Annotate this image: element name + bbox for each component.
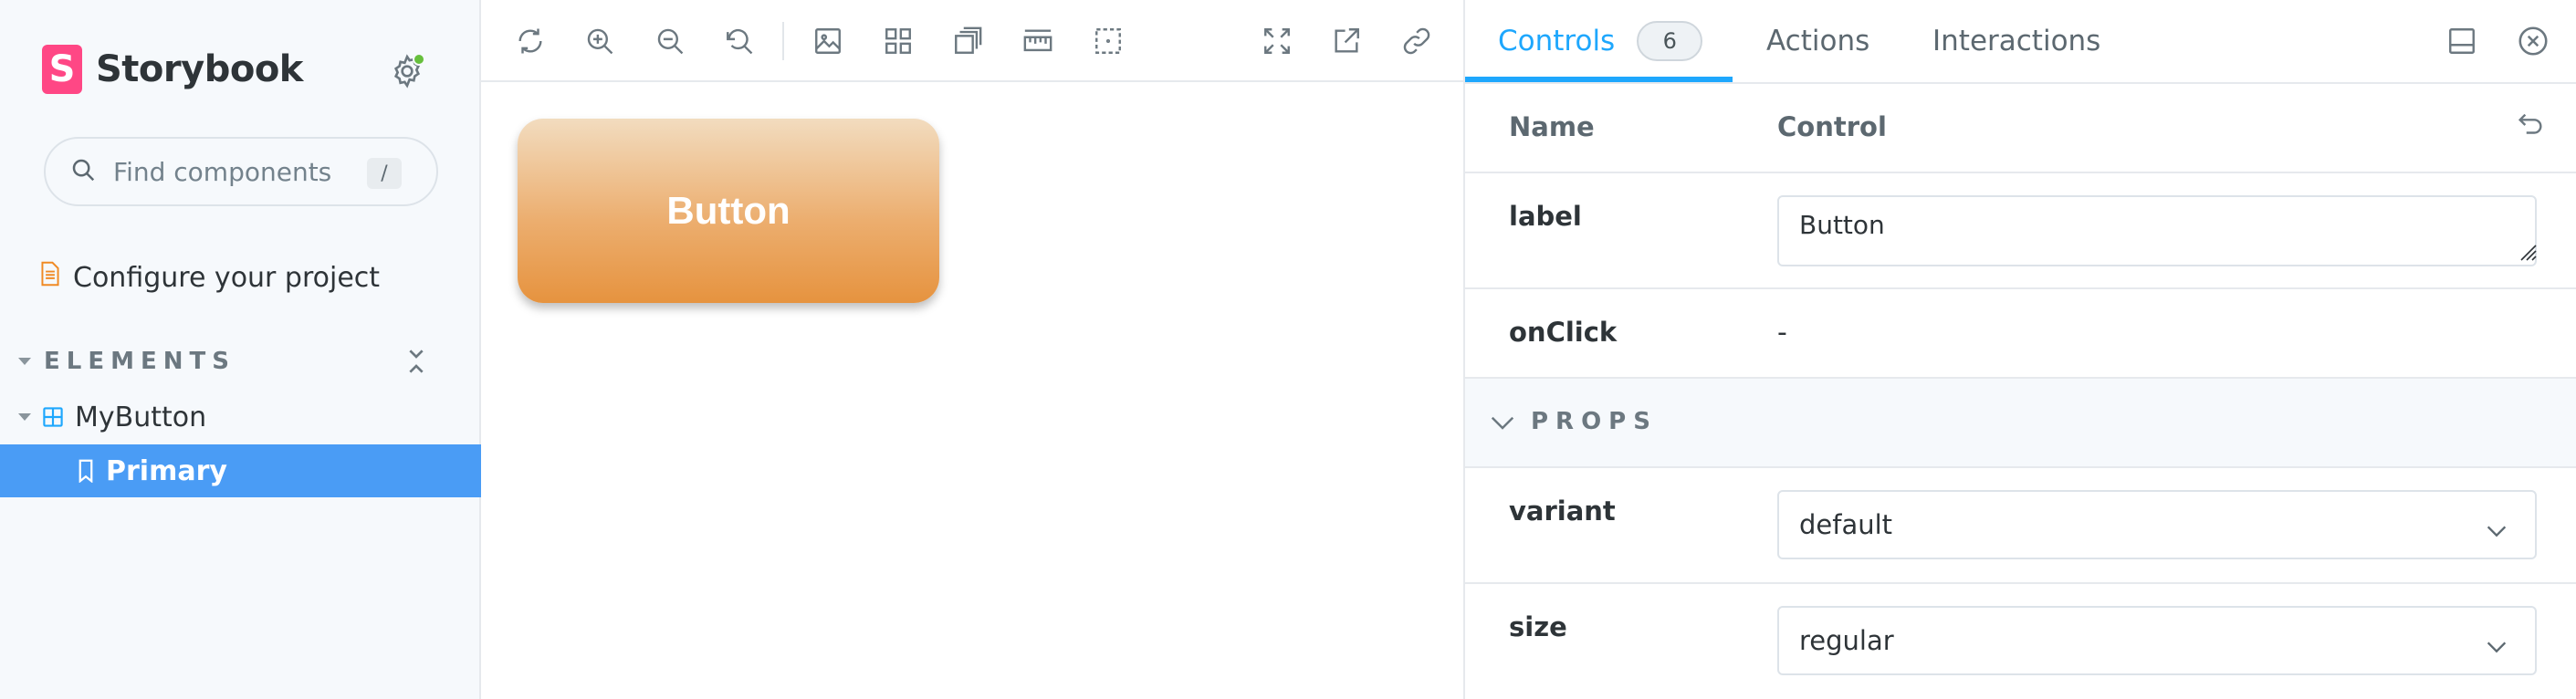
control-row-label: label Button	[1465, 173, 2576, 289]
panel-position-icon[interactable]	[2444, 23, 2480, 59]
control-name-label: label	[1509, 201, 1582, 232]
collapse-all-icon[interactable]	[398, 343, 435, 380]
label-text-input[interactable]: Button	[1777, 195, 2537, 266]
configure-project-label: Configure your project	[73, 261, 381, 294]
control-row-variant: variant default	[1465, 468, 2576, 584]
props-section-label: PROPS	[1531, 408, 1658, 435]
fullscreen-icon[interactable]	[1259, 23, 1295, 59]
control-name-size: size	[1509, 611, 1567, 642]
tab-interactions-label: Interactions	[1932, 25, 2101, 57]
chevron-down-icon	[1489, 413, 1516, 437]
preview-toolbar	[481, 0, 1463, 82]
tab-controls[interactable]: Controls 6	[1498, 0, 1703, 82]
search-shortcut-badge: /	[367, 158, 402, 189]
configure-project-link[interactable]: Configure your project	[40, 257, 380, 297]
close-panel-icon[interactable]	[2515, 23, 2551, 59]
variant-select[interactable]: default	[1777, 490, 2537, 559]
chevron-down-icon	[2484, 516, 2509, 547]
tab-interactions[interactable]: Interactions	[1932, 0, 2100, 82]
addons-tabs: Controls 6 Actions Interactions	[1465, 0, 2576, 84]
controls-count-badge: 6	[1637, 21, 1703, 61]
addons-panel: Controls 6 Actions Interactions Name Con…	[1463, 0, 2576, 699]
search-icon	[69, 156, 97, 187]
measure-icon[interactable]	[1020, 23, 1056, 59]
copy-link-icon[interactable]	[1398, 23, 1435, 59]
search-box[interactable]: /	[44, 137, 438, 206]
remount-icon[interactable]	[512, 23, 549, 59]
open-new-tab-icon[interactable]	[1328, 23, 1365, 59]
tab-actions[interactable]: Actions	[1766, 0, 1869, 82]
caret-down-icon	[18, 413, 31, 421]
variant-select-value: default	[1799, 509, 1893, 540]
zoom-out-icon[interactable]	[652, 23, 688, 59]
header-name: Name	[1509, 111, 1595, 142]
tab-actions-label: Actions	[1766, 25, 1870, 57]
active-tab-indicator	[1465, 77, 1733, 82]
size-select-value: regular	[1799, 625, 1894, 656]
preview-button[interactable]: Button	[518, 119, 939, 303]
group-label: ELEMENTS	[44, 348, 236, 375]
viewport-icon[interactable]	[949, 23, 986, 59]
elements-group-header[interactable]: ELEMENTS	[18, 343, 438, 380]
document-icon	[40, 261, 60, 294]
control-row-onclick: onClick -	[1465, 289, 2576, 379]
zoom-reset-icon[interactable]	[721, 23, 758, 59]
outline-icon[interactable]	[1090, 23, 1126, 59]
controls-table-header: Name Control	[1465, 84, 2576, 173]
toolbar-separator	[782, 22, 784, 60]
sidebar-item-primary[interactable]: Primary	[0, 444, 481, 497]
brand-name: Storybook	[96, 48, 303, 90]
header-control: Control	[1777, 111, 1887, 142]
control-row-size: size regular	[1465, 584, 2576, 699]
caret-down-icon	[18, 358, 31, 365]
brand[interactable]: S Storybook	[42, 44, 303, 95]
chevron-down-icon	[2484, 631, 2509, 662]
story-label: Primary	[106, 454, 227, 487]
sidebar: S Storybook / Configure your project ELE…	[0, 0, 481, 699]
grid-icon[interactable]	[880, 23, 916, 59]
background-icon[interactable]	[810, 23, 846, 59]
component-icon	[42, 406, 64, 428]
tab-controls-label: Controls	[1498, 25, 1616, 57]
onclick-value: -	[1777, 317, 1787, 349]
control-name-variant: variant	[1509, 496, 1616, 527]
control-name-onclick: onClick	[1509, 317, 1618, 348]
search-input[interactable]	[111, 155, 367, 188]
component-label: MyButton	[75, 401, 207, 433]
props-section-header[interactable]: PROPS	[1465, 379, 2576, 468]
reset-controls-icon[interactable]	[2515, 110, 2546, 144]
settings-gear-icon[interactable]	[389, 53, 425, 89]
size-select[interactable]: regular	[1777, 606, 2537, 675]
bookmark-icon	[77, 459, 95, 483]
zoom-in-icon[interactable]	[581, 23, 618, 59]
sidebar-item-mybutton[interactable]: MyButton	[0, 391, 481, 443]
preview-area: Button	[481, 0, 1463, 699]
notification-dot	[413, 53, 425, 66]
storybook-logo-icon: S	[42, 45, 82, 94]
